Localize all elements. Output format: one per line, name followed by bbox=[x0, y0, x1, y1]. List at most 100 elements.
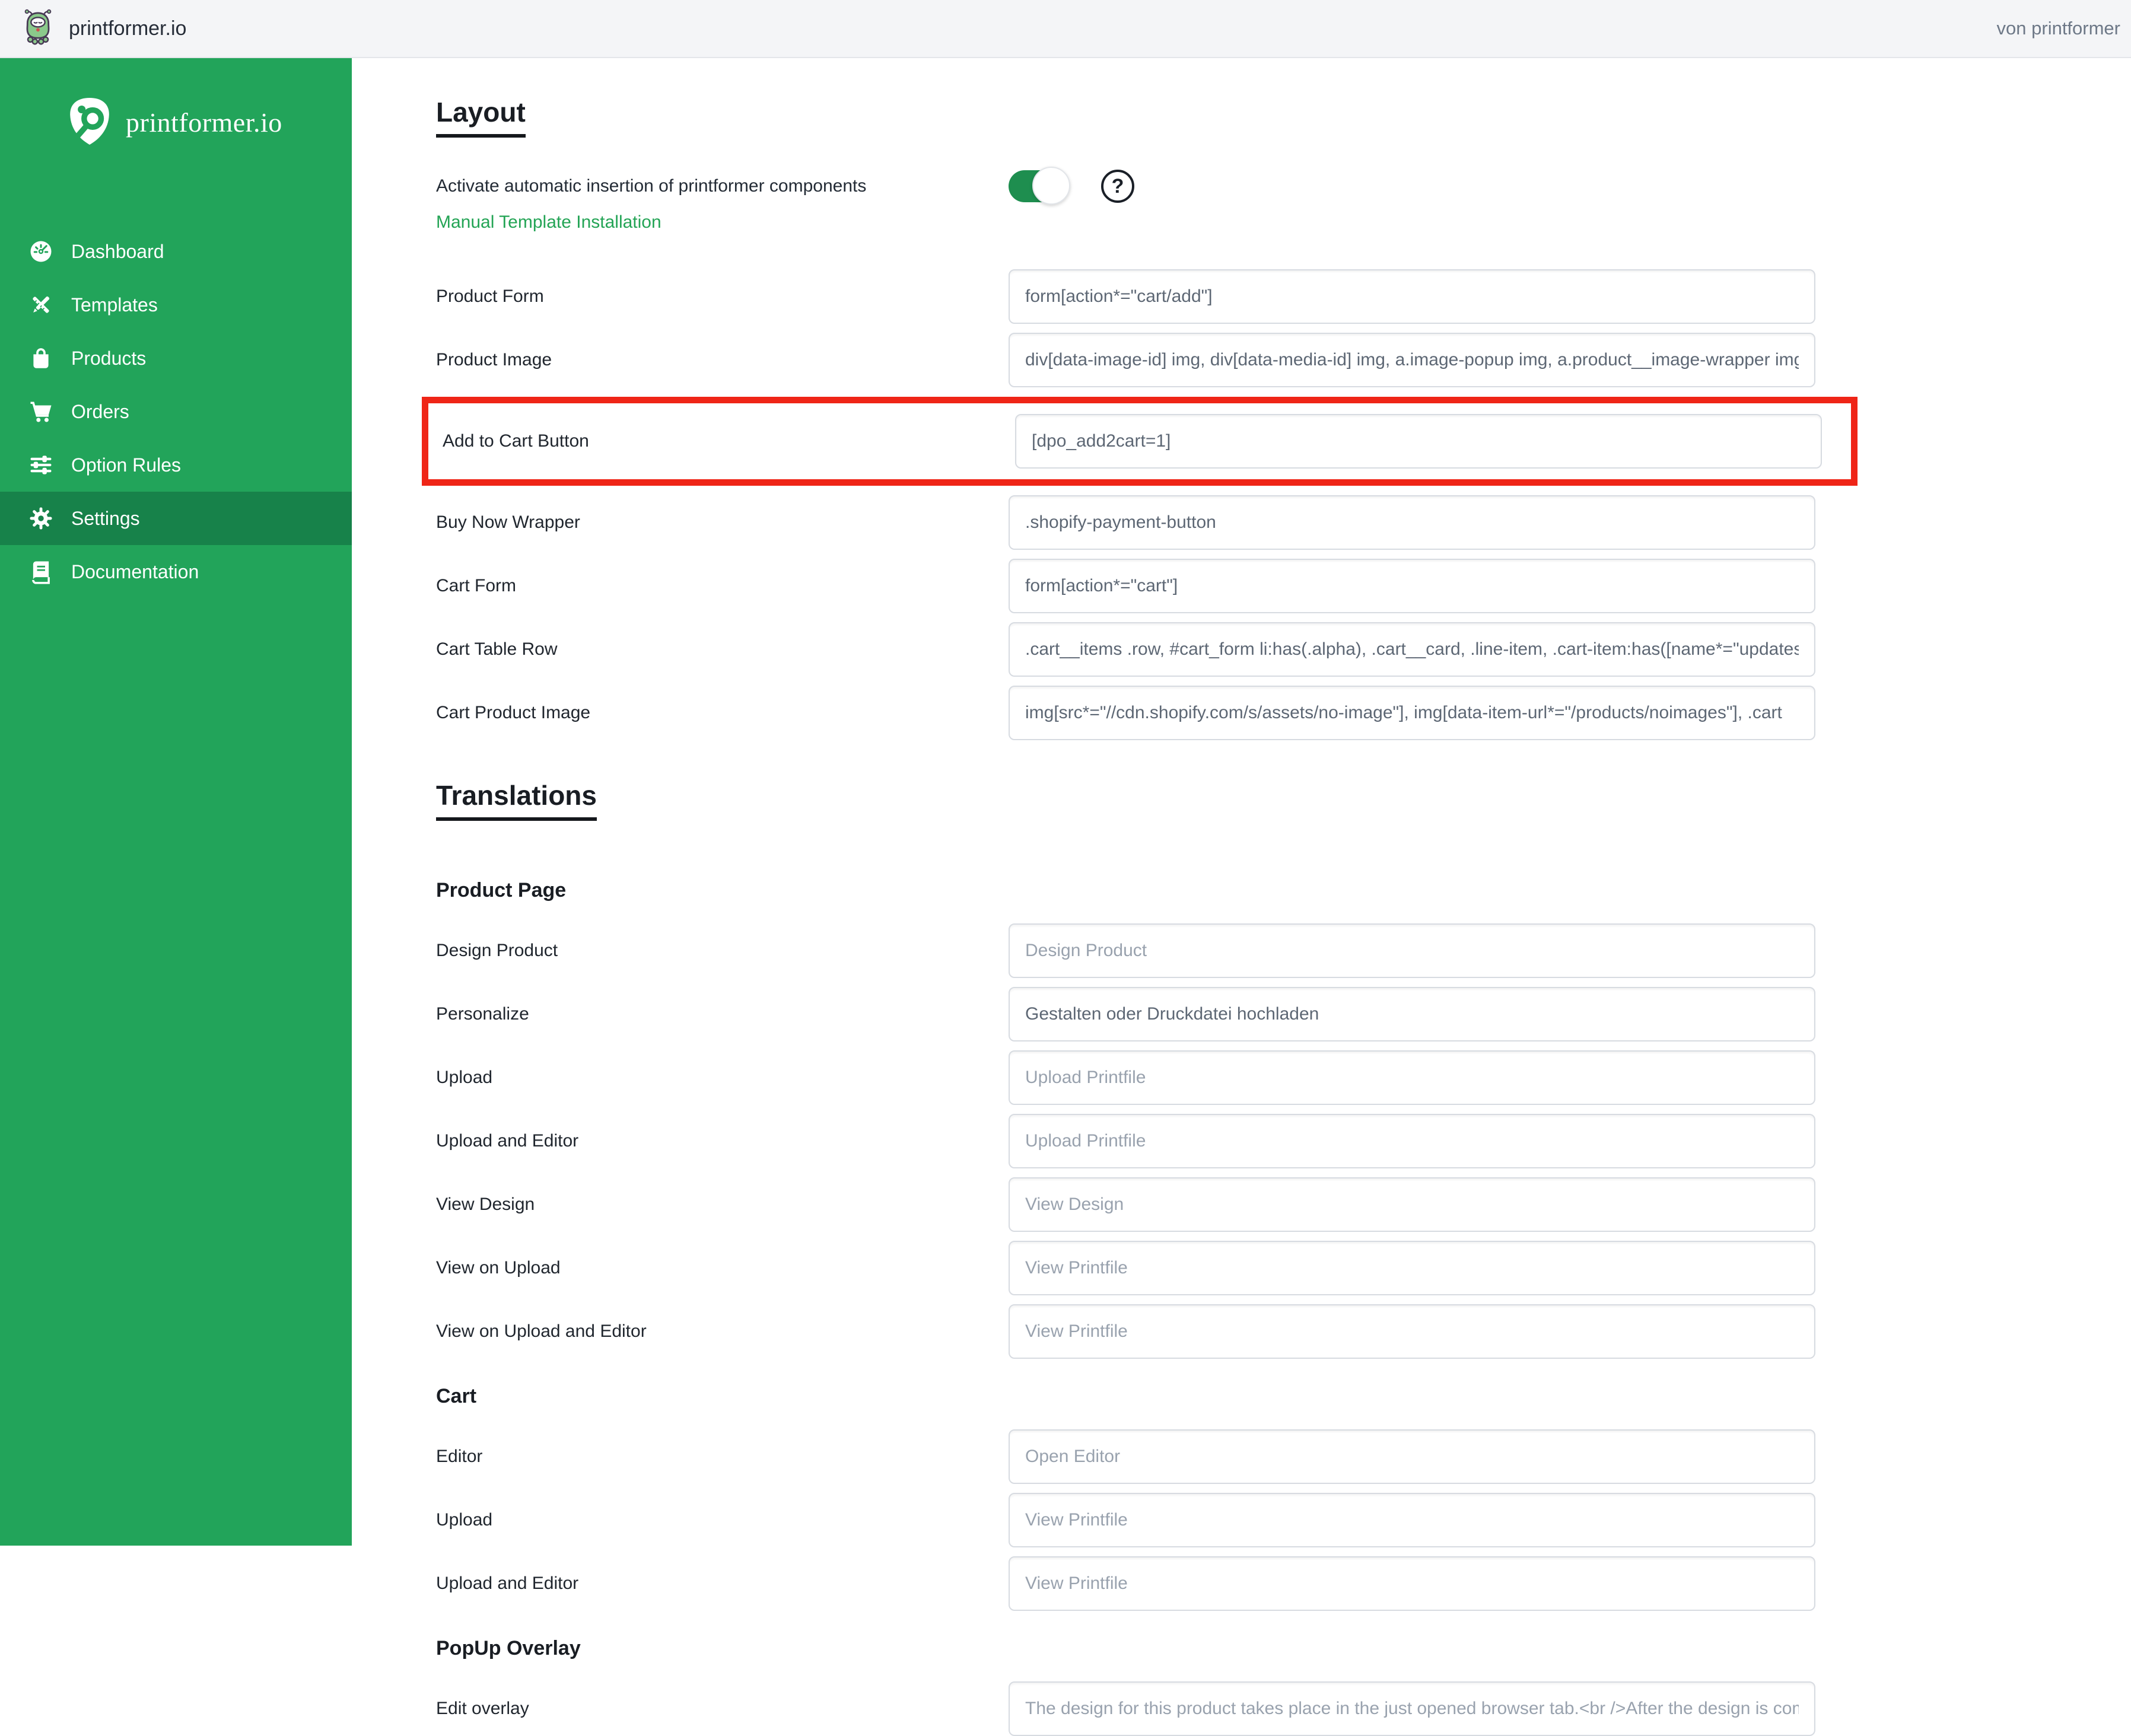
sidebar-item-dashboard[interactable]: Dashboard bbox=[0, 225, 352, 278]
product-form-input[interactable] bbox=[1009, 269, 1815, 324]
field-label: View on Upload bbox=[436, 1258, 561, 1278]
cart-icon bbox=[28, 399, 53, 424]
form-row-add-to-cart-button: Add to Cart Button bbox=[443, 414, 1827, 469]
view-on-upload-input[interactable] bbox=[1009, 1241, 1815, 1295]
sidebar-item-products[interactable]: Products bbox=[0, 332, 352, 385]
sidebar-item-settings[interactable]: Settings bbox=[0, 492, 352, 545]
field-label: View on Upload and Editor bbox=[436, 1321, 647, 1341]
field-label: Cart Table Row bbox=[436, 639, 558, 659]
sidebar-item-label: Orders bbox=[71, 400, 129, 422]
form-row-design-product: Design Product bbox=[436, 923, 2131, 978]
design-product-input[interactable] bbox=[1009, 923, 1815, 978]
form-row-view-design: View Design bbox=[436, 1177, 2131, 1232]
cart-form-input[interactable] bbox=[1009, 559, 1815, 613]
sidebar-item-label: Dashboard bbox=[71, 240, 164, 262]
group-heading: Cart bbox=[436, 1385, 477, 1407]
sidebar-item-label: Products bbox=[71, 347, 147, 369]
alien-mascot-icon bbox=[21, 9, 55, 49]
form-row-edit-overlay: Edit overlay bbox=[436, 1681, 2131, 1736]
highlight-frame: Add to Cart Button bbox=[422, 397, 1858, 486]
field-label: Upload and Editor bbox=[436, 1131, 579, 1151]
sidebar-item-label: Option Rules bbox=[71, 454, 181, 476]
sidebar-item-documentation[interactable]: Documentation bbox=[0, 545, 352, 598]
cart-product-image-input[interactable] bbox=[1009, 686, 1815, 740]
form-row-buy-now-wrapper: Buy Now Wrapper bbox=[436, 495, 2131, 550]
field-label: Design Product bbox=[436, 941, 558, 960]
field-label: Edit overlay bbox=[436, 1699, 529, 1718]
field-label: Upload bbox=[436, 1510, 493, 1530]
sidebar-brand: printformer.io bbox=[0, 58, 352, 151]
field-label: Cart Product Image bbox=[436, 703, 591, 722]
field-label: View Design bbox=[436, 1195, 535, 1214]
field-label: Personalize bbox=[436, 1004, 529, 1024]
group-product-page: Product Page Design Product Personalize … bbox=[436, 879, 2131, 1359]
form-row-cart-upload-and-editor: Upload and Editor bbox=[436, 1556, 2131, 1611]
auto-insert-label: Activate automatic insertion of printfor… bbox=[436, 176, 867, 196]
sidebar-item-orders[interactable]: Orders bbox=[0, 385, 352, 438]
cart-upload-and-editor-input[interactable] bbox=[1009, 1556, 1815, 1611]
group-heading: Product Page bbox=[436, 879, 567, 902]
sidebar-item-label: Documentation bbox=[71, 560, 199, 582]
group-heading: PopUp Overlay bbox=[436, 1637, 581, 1659]
edit-overlay-input[interactable] bbox=[1009, 1681, 1815, 1736]
gauge-icon bbox=[28, 239, 53, 264]
form-row-product-image: Product Image bbox=[436, 333, 2131, 387]
header-brand: printformer.io bbox=[21, 9, 186, 49]
book-icon bbox=[28, 559, 53, 584]
buy-now-wrapper-input[interactable] bbox=[1009, 495, 1815, 550]
sidebar-item-label: Templates bbox=[71, 294, 158, 316]
field-label: Product Image bbox=[436, 350, 552, 370]
cart-upload-input[interactable] bbox=[1009, 1493, 1815, 1547]
header-byline: von printformer bbox=[1996, 18, 2120, 39]
upload-and-editor-input[interactable] bbox=[1009, 1114, 1815, 1168]
cart-table-row-input[interactable] bbox=[1009, 622, 1815, 677]
group-cart: Cart Editor Upload Upload and Editor bbox=[436, 1385, 2131, 1611]
app-header: printformer.io von printformer bbox=[0, 0, 2131, 58]
sidebar-item-templates[interactable]: Templates bbox=[0, 278, 352, 332]
field-label: Editor bbox=[436, 1447, 483, 1466]
layout-rows: Product Form Product Image Add to Cart B… bbox=[422, 269, 2131, 740]
pencil-ruler-icon bbox=[28, 292, 53, 317]
auto-insert-toggle-row: Activate automatic insertion of printfor… bbox=[436, 167, 2131, 205]
field-label: Buy Now Wrapper bbox=[436, 512, 580, 532]
manual-template-installation-link[interactable]: Manual Template Installation bbox=[436, 212, 661, 232]
app-title: printformer.io bbox=[69, 17, 187, 40]
sliders-icon bbox=[28, 453, 53, 477]
product-image-input[interactable] bbox=[1009, 333, 1815, 387]
form-row-view-on-upload: View on Upload bbox=[436, 1241, 2131, 1295]
sidebar-item-option-rules[interactable]: Option Rules bbox=[0, 438, 352, 492]
view-design-input[interactable] bbox=[1009, 1177, 1815, 1232]
sidebar-nav: Dashboard Templates Products Orders Opti… bbox=[0, 225, 352, 598]
auto-insert-toggle[interactable] bbox=[1009, 167, 1070, 205]
sidebar: printformer.io Dashboard Templates Produ… bbox=[0, 58, 352, 1546]
form-row-cart-table-row: Cart Table Row bbox=[436, 622, 2131, 677]
question-circle-icon[interactable]: ? bbox=[1101, 170, 1134, 203]
translations-section-title: Translations bbox=[436, 779, 597, 821]
translations-section: Translations Product Page Design Product… bbox=[436, 779, 2131, 1736]
field-label: Cart Form bbox=[436, 576, 516, 595]
personalize-input[interactable] bbox=[1009, 987, 1815, 1041]
form-row-cart-form: Cart Form bbox=[436, 559, 2131, 613]
layout-section-title: Layout bbox=[436, 96, 526, 138]
form-row-view-on-upload-and-editor: View on Upload and Editor bbox=[436, 1304, 2131, 1359]
group-popup-overlay: PopUp Overlay Edit overlay bbox=[436, 1637, 2131, 1736]
field-label: Add to Cart Button bbox=[443, 431, 589, 451]
field-label: Upload bbox=[436, 1068, 493, 1087]
form-row-product-form: Product Form bbox=[436, 269, 2131, 324]
view-on-upload-and-editor-input[interactable] bbox=[1009, 1304, 1815, 1359]
printformer-logo-icon bbox=[65, 94, 114, 151]
add-to-cart-button-input[interactable] bbox=[1015, 414, 1822, 469]
main-content: Layout Activate automatic insertion of p… bbox=[352, 58, 2131, 1736]
form-row-editor: Editor bbox=[436, 1429, 2131, 1484]
toggle-knob bbox=[1032, 167, 1070, 205]
sidebar-brand-label: printformer.io bbox=[126, 107, 282, 138]
shopping-bag-icon bbox=[28, 346, 53, 371]
cart-editor-input[interactable] bbox=[1009, 1429, 1815, 1484]
form-row-upload: Upload bbox=[436, 1050, 2131, 1105]
field-label: Upload and Editor bbox=[436, 1573, 579, 1593]
form-row-upload-and-editor: Upload and Editor bbox=[436, 1114, 2131, 1168]
form-row-cart-product-image: Cart Product Image bbox=[436, 686, 2131, 740]
sidebar-item-label: Settings bbox=[71, 507, 140, 529]
form-row-personalize: Personalize bbox=[436, 987, 2131, 1041]
upload-input[interactable] bbox=[1009, 1050, 1815, 1105]
